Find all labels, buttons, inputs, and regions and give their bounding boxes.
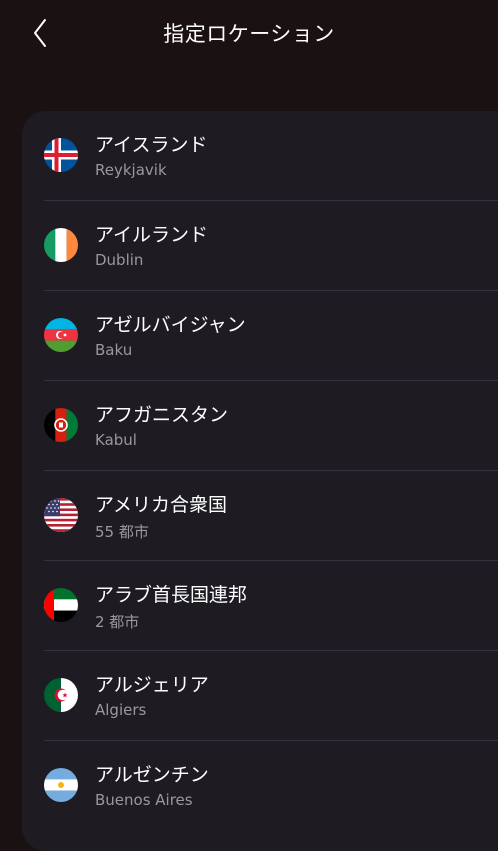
location-item-afghanistan[interactable]: アフガニスタン Kabul (22, 381, 498, 471)
location-item-azerbaijan[interactable]: アゼルバイジャン Baku (22, 291, 498, 381)
argentina-flag-icon (44, 768, 78, 802)
afghanistan-flag-icon (44, 408, 78, 442)
city-name: Dublin (95, 251, 144, 269)
azerbaijan-flag-icon (44, 318, 78, 352)
header: 指定ロケーション (0, 0, 498, 66)
country-name: アイルランド (95, 224, 209, 246)
country-name: アラブ首長国連邦 (95, 584, 248, 606)
location-item-ireland[interactable]: アイルランド Dublin (22, 201, 498, 291)
city-count: 55 都市 (95, 523, 149, 541)
location-item-uae[interactable]: アラブ首長国連邦 2 都市 (22, 561, 498, 651)
country-name: アゼルバイジャン (95, 314, 246, 336)
location-item-usa[interactable]: アメリカ合衆国 55 都市 (22, 471, 498, 561)
country-name: アルゼンチン (95, 764, 209, 786)
country-name: アフガニスタン (95, 404, 229, 426)
usa-flag-icon (44, 498, 78, 532)
uae-flag-icon (44, 588, 78, 622)
location-item-iceland[interactable]: アイスランド Reykjavik (22, 111, 498, 201)
location-item-algeria[interactable]: アルジェリア Algiers (22, 651, 498, 741)
iceland-flag-icon (44, 138, 78, 172)
city-count: 2 都市 (95, 613, 140, 631)
location-list: アイスランド Reykjavik アイルランド Dublin アゼルバイジャン … (22, 111, 498, 851)
country-name: アルジェリア (95, 674, 209, 696)
ireland-flag-icon (44, 228, 78, 262)
city-name: Baku (95, 341, 133, 359)
city-name: Kabul (95, 431, 137, 449)
city-name: Reykjavik (95, 161, 167, 179)
algeria-flag-icon (44, 678, 78, 712)
country-name: アメリカ合衆国 (95, 494, 228, 516)
country-name: アイスランド (95, 134, 208, 156)
location-item-argentina[interactable]: アルゼンチン Buenos Aires (22, 741, 498, 831)
city-name: Buenos Aires (95, 791, 193, 809)
city-name: Algiers (95, 701, 147, 719)
page-title: 指定ロケーション (163, 22, 335, 46)
